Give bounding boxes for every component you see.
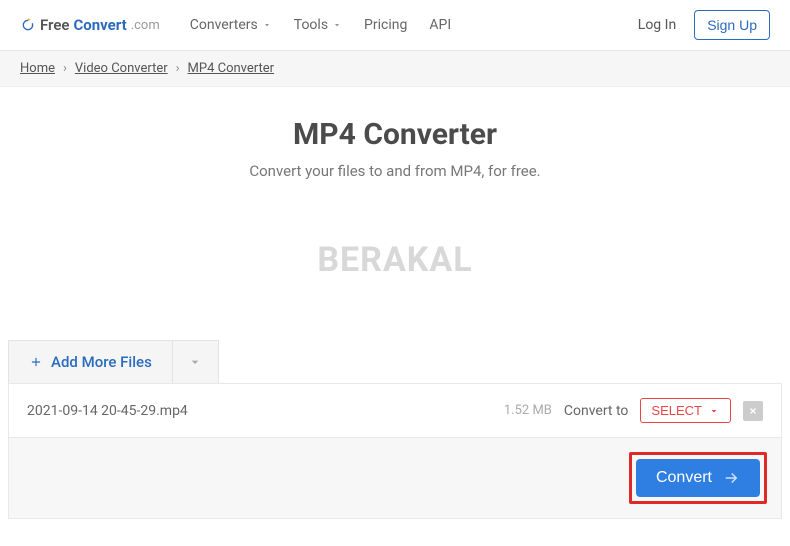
logo-icon [20, 17, 36, 33]
breadcrumb-video[interactable]: Video Converter [75, 61, 168, 76]
logo-com: .com [131, 18, 160, 33]
nav-converters-label: Converters [190, 17, 258, 33]
signup-button[interactable]: Sign Up [694, 10, 770, 40]
arrow-right-icon [722, 469, 740, 487]
file-size: 1.52 MB [504, 403, 552, 418]
add-more-files-label: Add More Files [51, 353, 152, 371]
select-format-button[interactable]: SELECT [640, 398, 731, 423]
file-panel: Add More Files 2021-09-14 20-45-29.mp4 1… [8, 340, 782, 519]
header-right: Log In Sign Up [638, 10, 770, 40]
login-link[interactable]: Log In [638, 17, 676, 33]
add-more-files-button[interactable]: Add More Files [8, 340, 173, 383]
header-left: FreeConvert .com Converters Tools Pricing… [20, 16, 451, 34]
breadcrumb-separator: › [63, 61, 67, 76]
hero: MP4 Converter Convert your files to and … [0, 87, 790, 190]
nav: Converters Tools Pricing API [190, 17, 451, 33]
chevron-down-icon [708, 405, 720, 417]
nav-api-label: API [429, 17, 451, 33]
logo-free: Free [40, 16, 69, 34]
remove-file-button[interactable] [743, 401, 763, 421]
convert-button-label: Convert [656, 469, 712, 487]
nav-converters[interactable]: Converters [190, 17, 272, 33]
chevron-down-icon [332, 20, 342, 30]
file-row: 2021-09-14 20-45-29.mp4 1.52 MB Convert … [8, 383, 782, 438]
file-name: 2021-09-14 20-45-29.mp4 [27, 403, 188, 419]
watermark: BERAKAL [0, 190, 790, 340]
chevron-down-icon [187, 354, 203, 370]
file-row-left: 2021-09-14 20-45-29.mp4 [27, 403, 188, 419]
breadcrumb-separator: › [176, 61, 180, 76]
panel-head: Add More Files [8, 340, 782, 383]
nav-api[interactable]: API [429, 17, 451, 33]
watermark-text: BERAKAL [317, 240, 472, 280]
nav-tools-label: Tools [294, 17, 328, 33]
close-icon [748, 406, 758, 416]
plus-icon [29, 355, 43, 369]
header: FreeConvert .com Converters Tools Pricing… [0, 0, 790, 51]
select-format-label: SELECT [651, 403, 702, 418]
logo[interactable]: FreeConvert .com [20, 16, 160, 34]
chevron-down-icon [262, 20, 272, 30]
convert-to-label: Convert to [564, 403, 629, 419]
convert-button[interactable]: Convert [636, 459, 760, 497]
nav-tools[interactable]: Tools [294, 17, 342, 33]
nav-pricing[interactable]: Pricing [364, 17, 407, 33]
page-title: MP4 Converter [20, 117, 770, 152]
add-more-dropdown[interactable] [173, 340, 219, 383]
file-row-right: 1.52 MB Convert to SELECT [504, 398, 763, 423]
breadcrumb-home[interactable]: Home [20, 61, 55, 76]
nav-pricing-label: Pricing [364, 17, 407, 33]
breadcrumb-current: MP4 Converter [188, 61, 275, 76]
page-subtitle: Convert your files to and from MP4, for … [20, 162, 770, 180]
logo-convert: Convert [73, 16, 126, 34]
panel-footer: Convert [8, 438, 782, 519]
breadcrumb: Home › Video Converter › MP4 Converter [0, 51, 790, 87]
convert-highlight: Convert [629, 452, 767, 504]
